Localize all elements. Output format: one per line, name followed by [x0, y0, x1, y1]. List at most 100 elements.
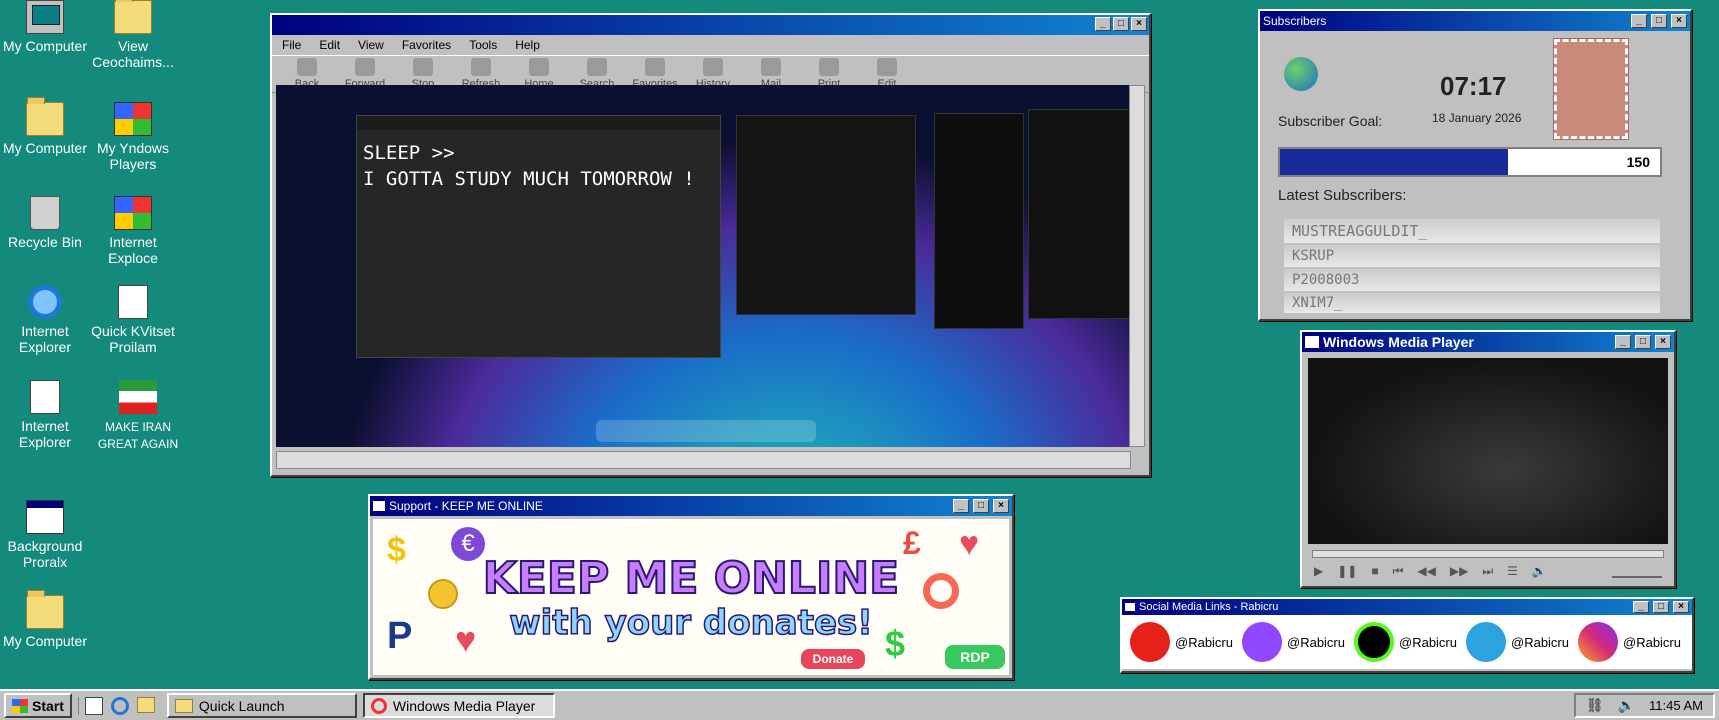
- icon-label: My Computer: [2, 140, 88, 156]
- latest-subscribers-list: MUSTREAGGULDIT_ KSRUP P2008003 XNIM7_: [1284, 219, 1660, 313]
- playlist-icon[interactable]: ☰: [1507, 564, 1518, 579]
- maximize-button[interactable]: □: [1651, 14, 1667, 28]
- banner-headline: KEEP ME ONLINE: [482, 552, 900, 605]
- window-icon: [373, 501, 385, 511]
- maximize-button[interactable]: □: [1653, 601, 1669, 613]
- icon-label: Internet Explorer: [18, 418, 72, 450]
- menu-tools[interactable]: Tools: [469, 38, 497, 52]
- folder-icon: [114, 0, 152, 34]
- list-item: KSRUP: [1284, 245, 1660, 267]
- close-button[interactable]: ×: [993, 499, 1009, 513]
- subscriber-goal-value: 150: [1626, 154, 1650, 170]
- back-icon: [297, 58, 317, 76]
- internet-explorer-icon: [28, 285, 62, 319]
- youtube-icon: [1130, 622, 1170, 662]
- list-item: P2008003: [1284, 269, 1660, 291]
- subscriber-goal-fill: [1280, 149, 1508, 175]
- video-area[interactable]: [1308, 358, 1668, 544]
- media-player-window: Windows Media Player _ □ × ▶ ❚❚ ■ ⏮ ◀◀ ▶▶ ⏭ ☰ 🔈: [1300, 330, 1676, 588]
- icon-label: Background Proralx: [7, 538, 83, 570]
- desktop-icon-my-computer[interactable]: My Computer: [0, 0, 90, 54]
- banner-subline: with your donates!: [508, 602, 873, 644]
- computer-icon: [26, 0, 64, 34]
- menu-file[interactable]: File: [282, 38, 301, 52]
- taskbar-media-player-button[interactable]: Windows Media Player: [362, 693, 555, 718]
- menu-view[interactable]: View: [358, 38, 384, 52]
- desktop-icon-internet-exploce[interactable]: Internet Exploce: [88, 196, 178, 266]
- menu-favorites[interactable]: Favorites: [402, 38, 451, 52]
- menu-edit[interactable]: Edit: [319, 38, 340, 52]
- social-title-bar: Social Media Links - Rabicru _ □ ×: [1122, 599, 1692, 615]
- icon-label: Internet Explorer: [18, 323, 72, 355]
- previous-icon[interactable]: ⏮: [1393, 564, 1404, 579]
- quick-launch-icons: [77, 696, 161, 715]
- desktop-icon-windows-players[interactable]: My Yndows Players: [88, 102, 178, 172]
- next-icon[interactable]: ⏭: [1482, 564, 1493, 579]
- horizontal-scrollbar[interactable]: [276, 451, 1131, 469]
- subscribers-title-bar: Subscribers _ □ ×: [1260, 11, 1690, 31]
- vertical-scrollbar[interactable]: [1129, 85, 1145, 447]
- minimize-button[interactable]: _: [953, 499, 969, 513]
- minimize-button[interactable]: _: [1631, 14, 1647, 28]
- close-button[interactable]: ×: [1655, 335, 1671, 349]
- social-link-telegram[interactable]: @Rabicru: [1466, 622, 1572, 662]
- quick-launch-button[interactable]: Quick Launch: [166, 693, 357, 718]
- close-button[interactable]: ×: [1131, 17, 1147, 31]
- social-link-kick[interactable]: @Rabicru: [1354, 622, 1460, 662]
- mail-icon: [761, 58, 781, 76]
- windows-logo-icon: [12, 698, 28, 713]
- folder-icon[interactable]: [136, 696, 155, 713]
- volume-slider[interactable]: [1612, 568, 1662, 578]
- close-button[interactable]: ×: [1671, 14, 1687, 28]
- menu-help[interactable]: Help: [515, 38, 540, 52]
- media-player-icon: [370, 697, 387, 714]
- donate-button[interactable]: Donate: [801, 649, 865, 669]
- history-icon: [703, 58, 723, 76]
- instagram-icon: [1578, 622, 1618, 662]
- rdp-button[interactable]: RDP: [945, 645, 1005, 669]
- browser-title-bar: _ □ ×: [272, 15, 1149, 35]
- play-icon[interactable]: ▶: [1314, 564, 1323, 579]
- social-link-twitch[interactable]: @Rabicru: [1242, 622, 1348, 662]
- pause-icon[interactable]: ❚❚: [1337, 564, 1357, 579]
- windows-logo-icon: [114, 196, 152, 230]
- desktop-icon-internet-explorer[interactable]: Internet Explorer: [0, 285, 90, 355]
- desktop-icon-quick-kvitset[interactable]: Quick KVitset Proilam: [88, 285, 178, 355]
- desktop-icon-my-computer-2[interactable]: My Computer: [0, 97, 90, 156]
- note-line-2: I GOTTA STUDY MUCH TOMORROW !: [363, 168, 695, 190]
- subscriber-goal-label: Subscriber Goal:: [1278, 113, 1383, 129]
- desktop-icon-recycle-bin[interactable]: Recycle Bin: [0, 196, 90, 250]
- youtube-chat-window: [736, 115, 916, 315]
- social-link-instagram[interactable]: @Rabicru: [1578, 622, 1684, 662]
- application-icon: [26, 500, 64, 534]
- maximize-button[interactable]: □: [1635, 335, 1651, 349]
- desktop-icon-make-iran-great-again[interactable]: MAKE IRAN GREAT AGAIN: [93, 380, 183, 452]
- desktop-icon-view-ceochaims[interactable]: View Ceochaims...: [88, 0, 178, 70]
- maximize-button[interactable]: □: [1113, 17, 1129, 31]
- edit-icon: [877, 58, 897, 76]
- telegram-icon: [1466, 622, 1506, 662]
- rewind-icon[interactable]: ◀◀: [1417, 564, 1435, 579]
- start-button[interactable]: Start: [4, 693, 72, 718]
- internet-explorer-icon[interactable]: [110, 696, 129, 715]
- social-link-youtube[interactable]: @Rabicru: [1130, 622, 1236, 662]
- stop-icon[interactable]: ■: [1371, 564, 1378, 579]
- seek-bar[interactable]: [1312, 550, 1664, 558]
- close-button[interactable]: ×: [1673, 601, 1689, 613]
- desktop-icon-my-computer-3[interactable]: My Computer: [0, 590, 90, 649]
- desktop-icon-background-proralx[interactable]: Background Proralx: [0, 500, 90, 570]
- subscribers-window: Subscribers _ □ × 07:17 18 January 2026 Su…: [1258, 9, 1692, 321]
- forward-icon[interactable]: ▶▶: [1450, 564, 1468, 579]
- minimize-button[interactable]: _: [1615, 335, 1631, 349]
- volume-icon[interactable]: 🔈: [1532, 564, 1547, 579]
- document-icon: [30, 380, 60, 414]
- speaker-icon[interactable]: 🔈: [1618, 697, 1635, 714]
- notepad-icon[interactable]: [84, 696, 103, 715]
- network-icon[interactable]: ⛓: [1586, 697, 1604, 714]
- subscribers-title: Subscribers: [1263, 14, 1327, 28]
- minimize-button[interactable]: _: [1633, 601, 1649, 613]
- maximize-button[interactable]: □: [973, 499, 989, 513]
- icon-label: View Ceochaims...: [92, 38, 174, 70]
- desktop-icon-internet-explorer-2[interactable]: Internet Explorer: [0, 380, 90, 450]
- minimize-button[interactable]: _: [1095, 17, 1111, 31]
